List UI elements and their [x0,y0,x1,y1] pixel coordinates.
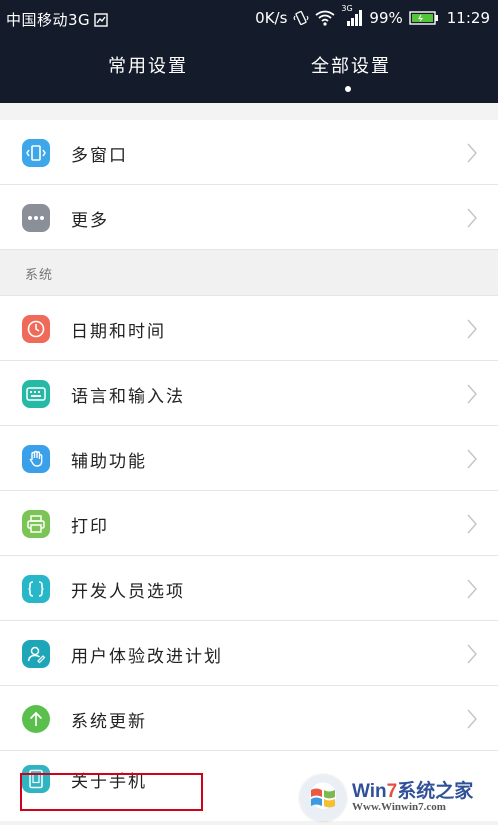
battery-percent: 99% [369,9,403,27]
arrow-up-icon [22,705,50,733]
settings-item-more[interactable]: 更多 [0,185,498,250]
braces-icon [22,575,50,603]
settings-item-language-input[interactable]: 语言和输入法 [0,361,498,426]
settings-item-accessibility[interactable]: 辅助功能 [0,426,498,491]
tab-all-settings[interactable]: 全部设置 [311,52,391,78]
signal-icon: 3G [341,4,363,26]
clock-time: 11:29 [446,9,490,27]
multi-window-icon [22,139,50,167]
sim-icon [94,12,108,27]
settings-item-user-experience[interactable]: 用户体验改进计划 [0,621,498,686]
status-right: 0K/s 3G 99% 11:29 [255,4,490,27]
watermark: Win7系统之家 Www.Winwin7.com [300,770,498,825]
phone-icon [22,765,50,793]
printer-icon [22,510,50,538]
network-type: 3G [341,4,353,13]
tab-common-settings[interactable]: 常用设置 [108,52,188,78]
settings-item-label: 开发人员选项 [71,582,185,602]
status-bar: 中国移动3G 0K/s 3G 99% 11:29 [0,0,498,38]
network-speed: 0K/s [255,9,288,27]
watermark-text: Win7系统之家 Www.Winwin7.com [352,780,474,813]
settings-item-label: 更多 [71,211,109,231]
chevron-right-icon [467,143,477,163]
windows-logo-icon [300,774,346,821]
section-label: 系统 [25,268,54,283]
battery-icon [409,10,439,26]
settings-item-label: 系统更新 [71,712,147,732]
chevron-right-icon [467,208,477,228]
chevron-right-icon [467,384,477,404]
settings-item-system-update[interactable]: 系统更新 [0,686,498,751]
chevron-right-icon [467,514,477,534]
settings-item-label: 用户体验改进计划 [71,647,223,667]
status-left: 中国移动3G [6,9,108,30]
settings-item-label: 打印 [71,517,109,537]
watermark-brand: Win7系统之家 [352,780,474,802]
settings-item-label: 多窗口 [71,146,128,166]
settings-item-date-time[interactable]: 日期和时间 [0,296,498,361]
wifi-icon [315,10,335,26]
chevron-right-icon [467,319,477,339]
user-icon [22,640,50,668]
settings-item-developer-options[interactable]: 开发人员选项 [0,556,498,621]
active-tab-indicator [345,86,351,92]
vibrate-icon [293,10,310,26]
chevron-right-icon [467,579,477,599]
watermark-url: Www.Winwin7.com [352,800,446,813]
settings-item-multi-window[interactable]: 多窗口 [0,120,498,185]
settings-item-label: 日期和时间 [71,322,166,342]
chevron-right-icon [467,709,477,729]
settings-item-print[interactable]: 打印 [0,491,498,556]
settings-item-label: 语言和输入法 [71,387,185,407]
hand-icon [22,445,50,473]
chevron-right-icon [467,644,477,664]
carrier-label: 中国移动3G [6,11,91,29]
clock-icon [22,315,50,343]
header: 中国移动3G 0K/s 3G 99% 11:29 常用设置 全部设置 [0,0,498,103]
list-top-gap [0,103,498,120]
chevron-right-icon [467,449,477,469]
settings-item-label: 关于手机 [71,772,147,792]
keyboard-icon [22,380,50,408]
settings-item-label: 辅助功能 [71,452,147,472]
settings-list: 多窗口 更多 系统 日期和时间 语言和输入法 辅助功能 打印 开发人员选项 用户… [0,103,498,821]
settings-tabs: 常用设置 全部设置 [0,52,498,92]
more-icon [22,204,50,232]
section-header-system: 系统 [0,250,498,296]
